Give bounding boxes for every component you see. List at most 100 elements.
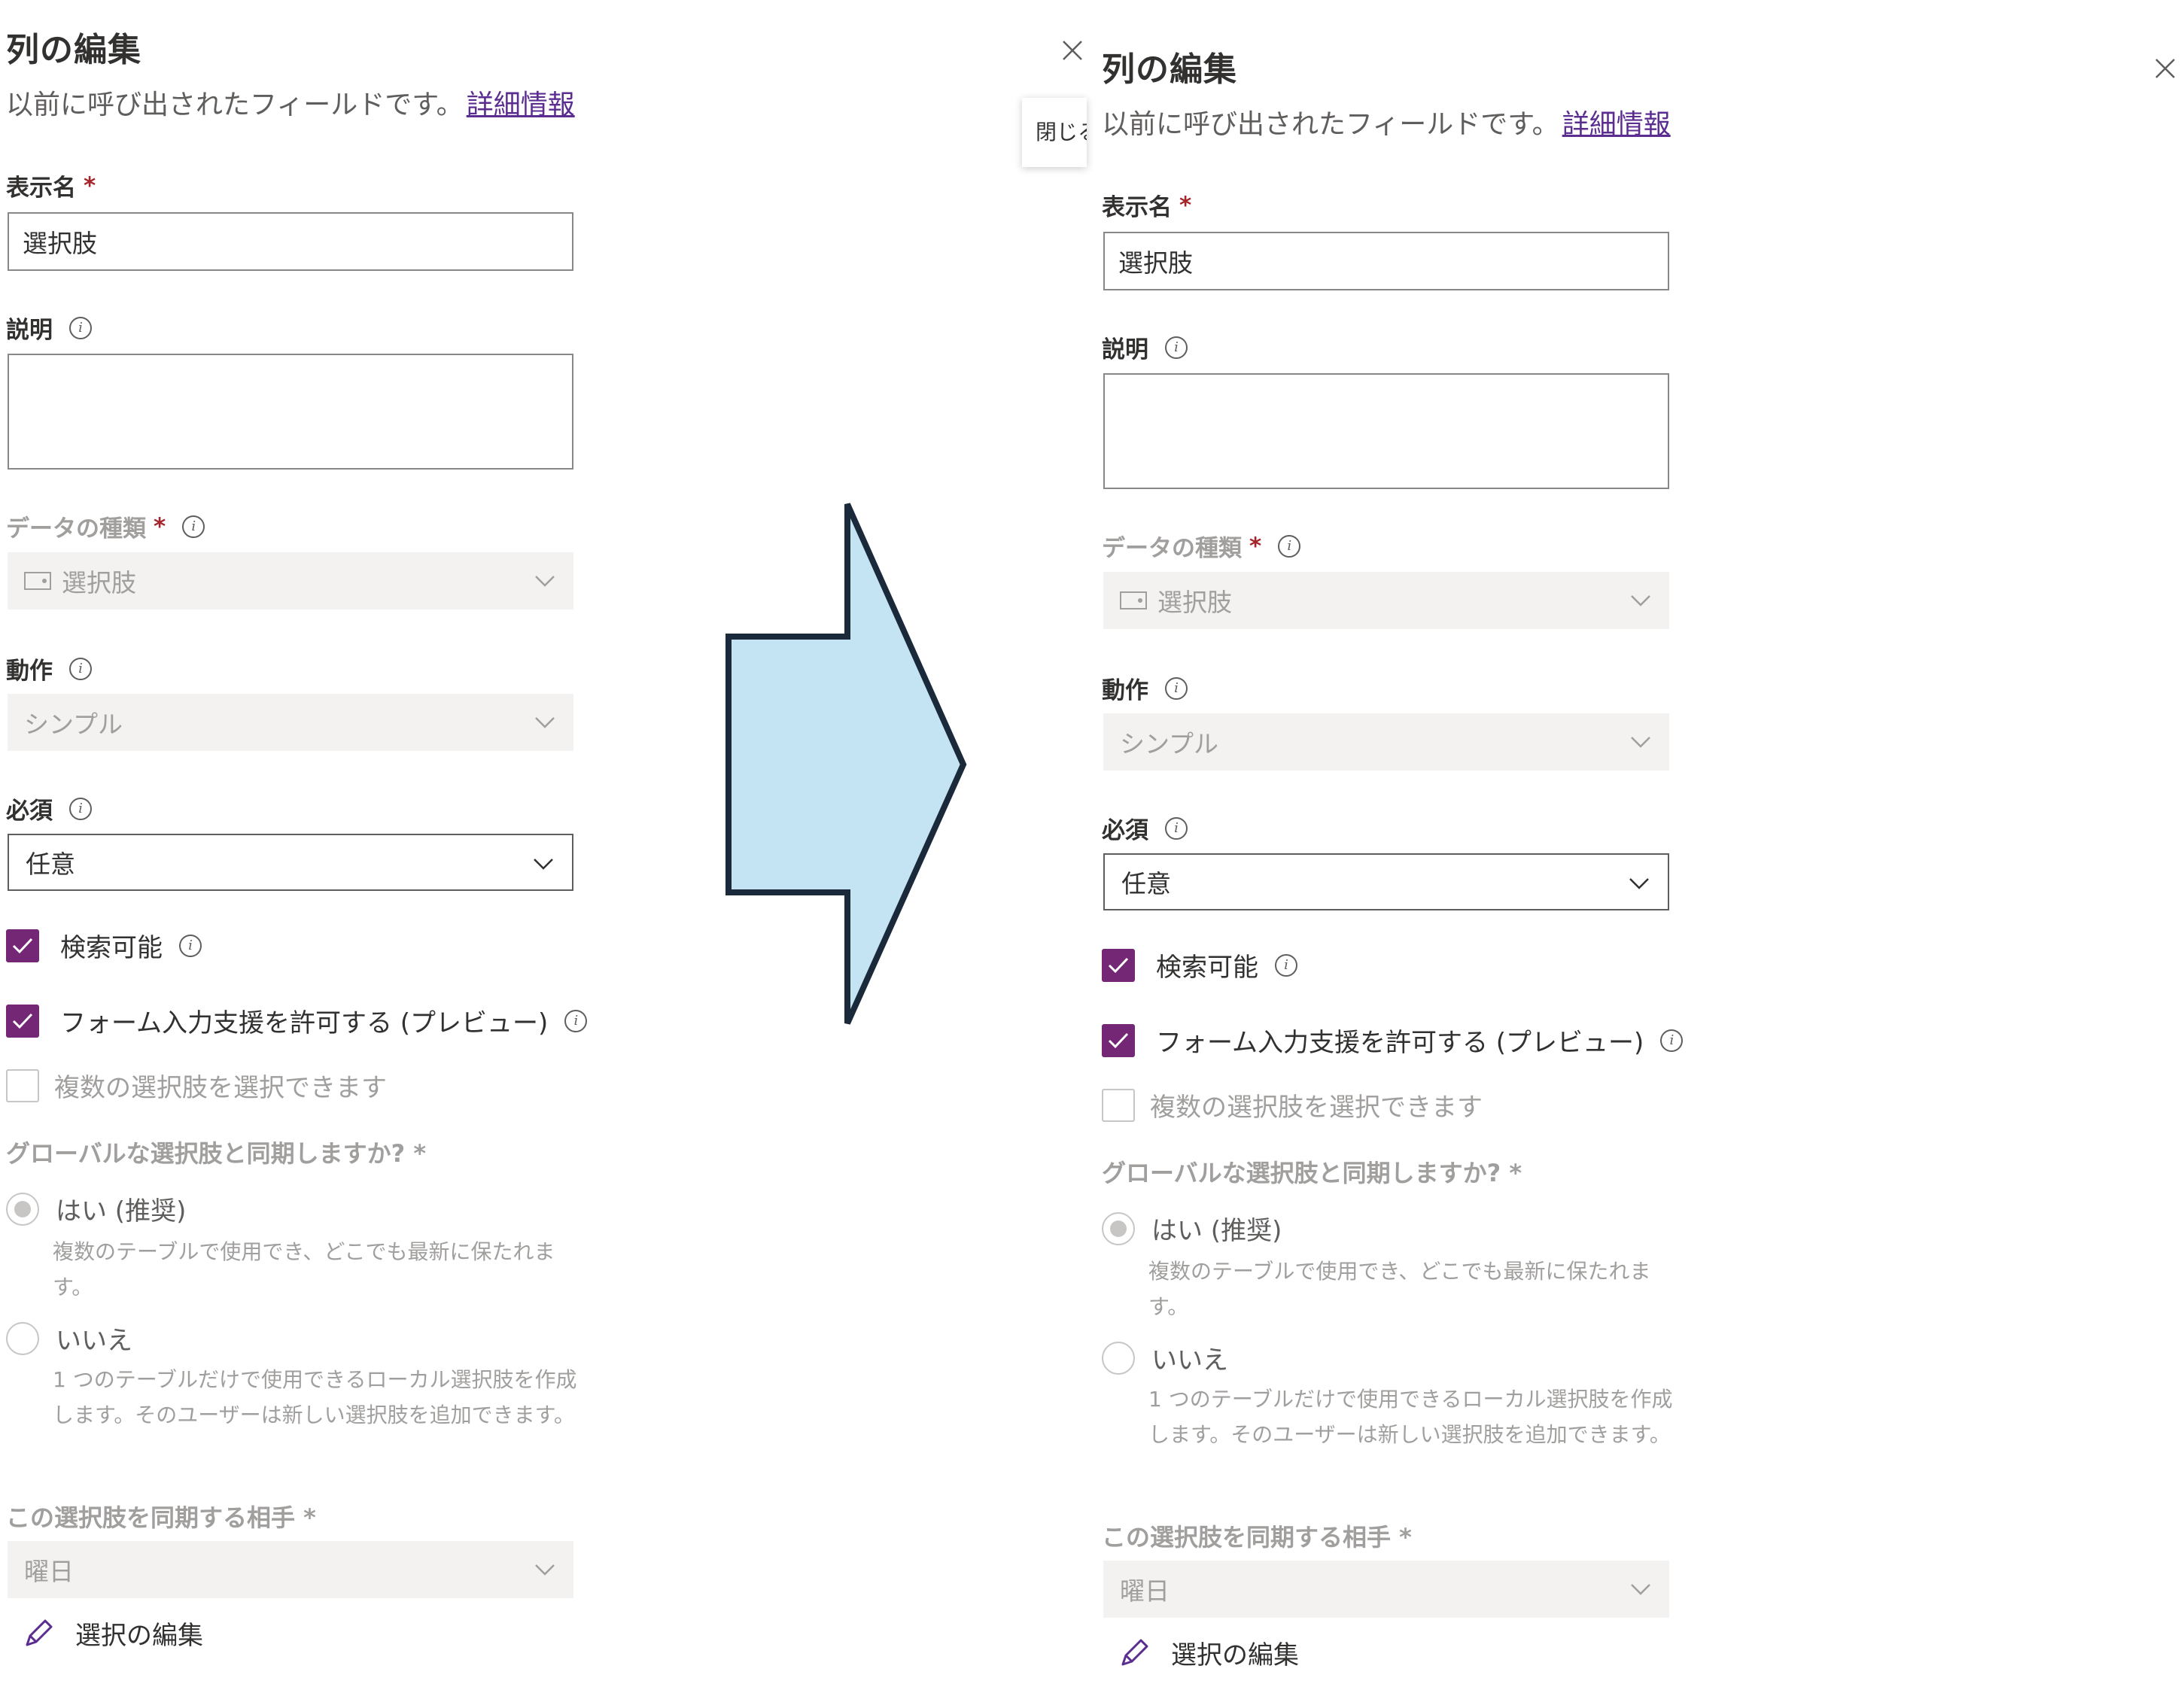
display-name-label: 表示名 * <box>1102 188 1191 222</box>
chevron-down-icon <box>535 1564 555 1576</box>
required-label: 必須 i <box>1102 811 1188 845</box>
info-icon[interactable]: i <box>69 797 92 820</box>
display-name-value: 選択肢 <box>23 229 97 258</box>
info-icon[interactable]: i <box>1278 534 1301 558</box>
close-icon[interactable] <box>1061 39 1084 62</box>
display-name-label-text: 表示名 <box>1102 194 1172 221</box>
learn-more-link[interactable]: 詳細情報 <box>467 90 575 120</box>
checkmark-icon <box>1108 957 1129 973</box>
required-dropdown[interactable]: 任意 <box>8 834 573 891</box>
checkbox-unchecked <box>6 1068 39 1102</box>
required-dropdown[interactable]: 任意 <box>1103 853 1669 910</box>
required-value: 任意 <box>26 850 75 879</box>
sync-with-value: 曜日 <box>24 1557 74 1586</box>
searchable-label: 検索可能 <box>1156 953 1258 983</box>
display-name-input[interactable]: 選択肢 <box>8 212 573 271</box>
checkmark-icon <box>1108 1032 1129 1048</box>
radio-no-description: 1 つのテーブルだけで使用できるローカル選択肢を作成します。そのユーザーは新しい… <box>1148 1387 1673 1447</box>
chevron-down-icon <box>1631 1584 1650 1595</box>
description-textarea[interactable] <box>8 354 573 470</box>
pencil-icon <box>26 1619 53 1646</box>
radio-unselected <box>6 1321 39 1355</box>
info-icon[interactable]: i <box>1275 953 1297 977</box>
searchable-checkbox[interactable]: 検索可能 i <box>1102 947 1297 983</box>
info-icon[interactable]: i <box>1165 676 1188 700</box>
sync-question-label: グローバルな選択肢と同期しますか? * <box>1102 1159 1522 1187</box>
sync-question-label: グローバルな選択肢と同期しますか? * <box>6 1139 427 1168</box>
required-star: * <box>1179 191 1192 219</box>
description-textarea[interactable] <box>1103 373 1669 489</box>
close-icon[interactable] <box>2154 57 2176 80</box>
checkbox-checked[interactable] <box>6 1004 39 1038</box>
choice-type-icon <box>1120 591 1147 609</box>
display-name-label: 表示名 * <box>6 169 96 202</box>
chevron-down-icon <box>1631 737 1650 748</box>
form-assist-checkbox[interactable]: フォーム入力支援を許可する (プレビュー) i <box>1102 1022 1684 1059</box>
radio-no-label: いいえ <box>1151 1345 1228 1375</box>
subtitle-text: 以前に呼び出されたフィールドです。 <box>1102 109 1559 140</box>
radio-yes-description: 複数のテーブルで使用でき、どこでも最新に保たれます。 <box>53 1239 555 1299</box>
checkbox-checked[interactable] <box>1102 1023 1135 1057</box>
description-label-text: 説明 <box>1102 336 1148 363</box>
info-icon[interactable]: i <box>1660 1029 1684 1052</box>
edit-column-panel-after: 列の編集 以前に呼び出されたフィールドです。 詳細情報 表示名 * 選択肢 説明 i … <box>1096 20 1773 1690</box>
behavior-dropdown: シンプル <box>1103 713 1669 771</box>
behavior-value: シンプル <box>1120 729 1219 758</box>
radio-no: いいえ <box>1102 1339 1228 1376</box>
radio-no-label: いいえ <box>56 1326 132 1356</box>
chevron-down-icon <box>1629 878 1649 889</box>
display-name-label-text: 表示名 <box>6 175 76 202</box>
display-name-input[interactable]: 選択肢 <box>1103 232 1669 290</box>
choice-type-icon <box>24 572 51 590</box>
required-label: 必須 i <box>6 792 92 825</box>
form-assist-checkbox[interactable]: フォーム入力支援を許可する (プレビュー) i <box>6 1002 588 1039</box>
required-value: 任意 <box>1121 869 1171 898</box>
sync-with-dropdown: 曜日 <box>8 1541 573 1598</box>
info-icon[interactable]: i <box>179 934 202 957</box>
panel-subtitle: 以前に呼び出されたフィールドです。 詳細情報 <box>1102 102 1671 141</box>
data-type-value: 選択肢 <box>1157 588 1232 617</box>
radio-yes-label: はい (推奨) <box>56 1196 187 1226</box>
behavior-value: シンプル <box>24 710 123 739</box>
description-label: 説明 i <box>1102 330 1188 364</box>
data-type-dropdown: 選択肢 <box>1103 572 1669 629</box>
sync-with-dropdown: 曜日 <box>1103 1561 1669 1618</box>
behavior-label-text: 動作 <box>1102 677 1148 704</box>
required-star: * <box>1249 532 1262 560</box>
searchable-checkbox[interactable]: 検索可能 i <box>6 927 202 964</box>
description-label-text: 説明 <box>6 317 53 344</box>
description-label: 説明 i <box>6 311 92 345</box>
learn-more-link[interactable]: 詳細情報 <box>1562 109 1671 140</box>
sync-with-label: この選択肢を同期する相手 * <box>1102 1523 1412 1552</box>
checkbox-checked[interactable] <box>1102 948 1135 982</box>
checkmark-icon <box>12 938 33 953</box>
checkbox-unchecked <box>1102 1088 1135 1122</box>
form-assist-label: フォーム入力支援を許可する (プレビュー) <box>1156 1028 1644 1058</box>
sync-with-value: 曜日 <box>1120 1576 1170 1606</box>
info-icon[interactable]: i <box>69 657 92 680</box>
required-label-text: 必須 <box>1102 817 1148 844</box>
checkbox-checked[interactable] <box>6 929 39 962</box>
data-type-dropdown: 選択肢 <box>8 552 573 609</box>
info-icon[interactable]: i <box>1165 336 1188 359</box>
radio-unselected <box>1102 1341 1135 1375</box>
pencil-icon <box>1121 1639 1148 1665</box>
edit-choices-link[interactable]: 選択の編集 <box>1118 1634 1299 1671</box>
searchable-label: 検索可能 <box>60 933 163 963</box>
chevron-down-icon <box>535 576 555 587</box>
info-icon[interactable]: i <box>182 515 205 538</box>
edit-choices-link[interactable]: 選択の編集 <box>23 1615 203 1652</box>
info-icon[interactable]: i <box>1165 816 1188 840</box>
edit-choices-label: 選択の編集 <box>1171 1640 1299 1670</box>
panel-title: 列の編集 <box>1102 50 1237 89</box>
checkmark-icon <box>12 1013 33 1029</box>
chevron-down-icon <box>1631 595 1650 606</box>
data-type-value: 選択肢 <box>62 568 136 597</box>
close-tooltip: 閉じる <box>1022 98 1087 167</box>
info-icon[interactable]: i <box>564 1009 588 1032</box>
data-type-label: データの種類 * i <box>6 509 205 543</box>
required-star: * <box>154 512 166 540</box>
radio-yes: はい (推奨) <box>1102 1210 1282 1247</box>
info-icon[interactable]: i <box>69 316 92 339</box>
panel-subtitle: 以前に呼び出されたフィールドです。 詳細情報 <box>6 83 575 122</box>
